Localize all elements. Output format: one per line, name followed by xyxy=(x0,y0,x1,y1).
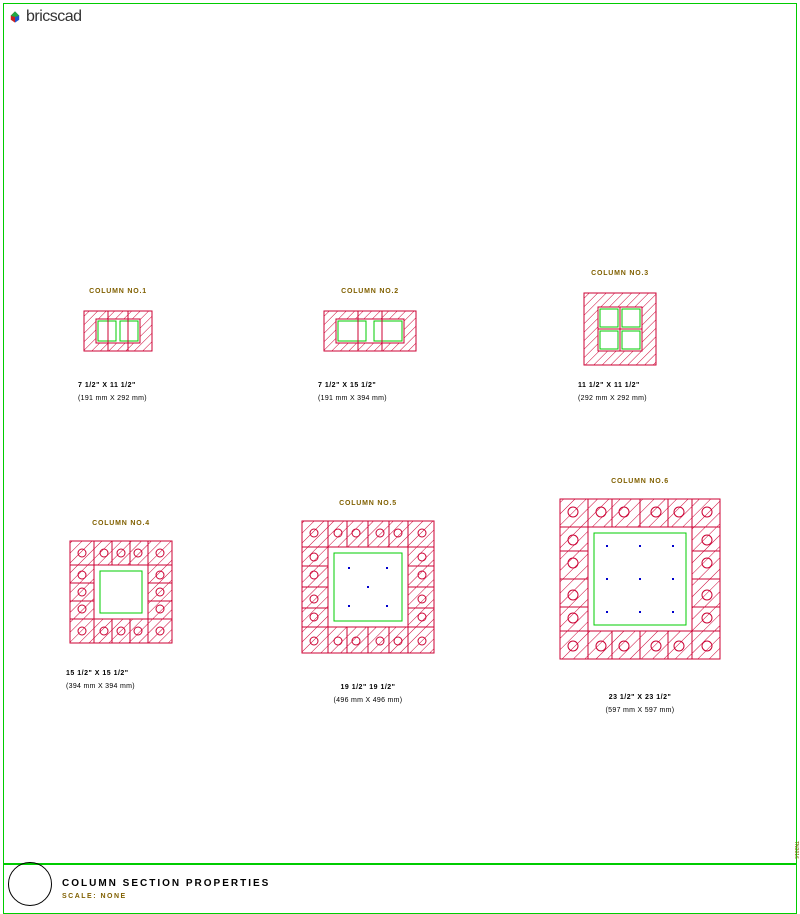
drawing-title: COLUMN SECTION PROPERTIES xyxy=(62,878,270,889)
column-drawing-3 xyxy=(578,287,662,371)
column-dim-metric: (191 mm X 394 mm) xyxy=(318,395,422,402)
column-drawing-5 xyxy=(298,517,438,657)
column-label: COLUMN NO.4 xyxy=(66,520,176,527)
column-dim-imperial: 11 1/2" X 11 1/2" xyxy=(578,382,662,389)
drawing-code: TN3916 xyxy=(793,841,799,859)
column-dim-imperial: 19 1/2" 19 1/2" xyxy=(298,684,438,691)
column-dim-metric: (496 mm X 496 mm) xyxy=(298,697,438,704)
header-brand: bricscad xyxy=(26,8,82,26)
column-drawing-6 xyxy=(556,495,724,663)
column-dim-imperial: 15 1/2" X 15 1/2" xyxy=(66,670,176,677)
column-label: COLUMN NO.2 xyxy=(318,288,422,295)
column-section-4: COLUMN NO.4 15 1/2" X 15 xyxy=(66,520,176,690)
column-dim-metric: (597 mm X 597 mm) xyxy=(556,707,724,714)
column-label: COLUMN NO.6 xyxy=(556,478,724,485)
column-dim-metric: (191 mm X 292 mm) xyxy=(78,395,158,402)
column-section-1: COLUMN NO.1 7 1/2" X 11 1/2" (191 mm X 2… xyxy=(78,288,158,402)
app-header: bricscad xyxy=(8,8,82,26)
column-label: COLUMN NO.1 xyxy=(78,288,158,295)
column-section-3: COLUMN NO.3 11 1/2" X 11 1/2" (292 mm X … xyxy=(578,270,662,402)
column-dim-imperial: 23 1/2" X 23 1/2" xyxy=(556,694,724,701)
column-section-6: COLUMN NO.6 xyxy=(556,478,724,714)
title-circle-icon xyxy=(8,862,52,906)
column-dim-imperial: 7 1/2" X 15 1/2" xyxy=(318,382,422,389)
column-drawing-1 xyxy=(78,305,158,357)
column-label: COLUMN NO.5 xyxy=(298,500,438,507)
column-drawing-4 xyxy=(66,537,176,647)
column-dim-metric: (292 mm X 292 mm) xyxy=(578,395,662,402)
column-label: COLUMN NO.3 xyxy=(578,270,662,277)
column-section-2: COLUMN NO.2 7 1/2" X 15 1/2" (191 mm X 3… xyxy=(318,288,422,402)
title-block: COLUMN SECTION PROPERTIES SCALE: NONE xyxy=(3,864,797,914)
drawing-frame xyxy=(3,3,797,864)
column-section-5: COLUMN NO.5 19 1/2" 19 1 xyxy=(298,500,438,704)
bricscad-logo-icon xyxy=(8,10,22,24)
column-drawing-2 xyxy=(318,305,422,357)
column-dim-imperial: 7 1/2" X 11 1/2" xyxy=(78,382,158,389)
drawing-scale: SCALE: NONE xyxy=(62,893,270,900)
column-dim-metric: (394 mm X 394 mm) xyxy=(66,683,176,690)
